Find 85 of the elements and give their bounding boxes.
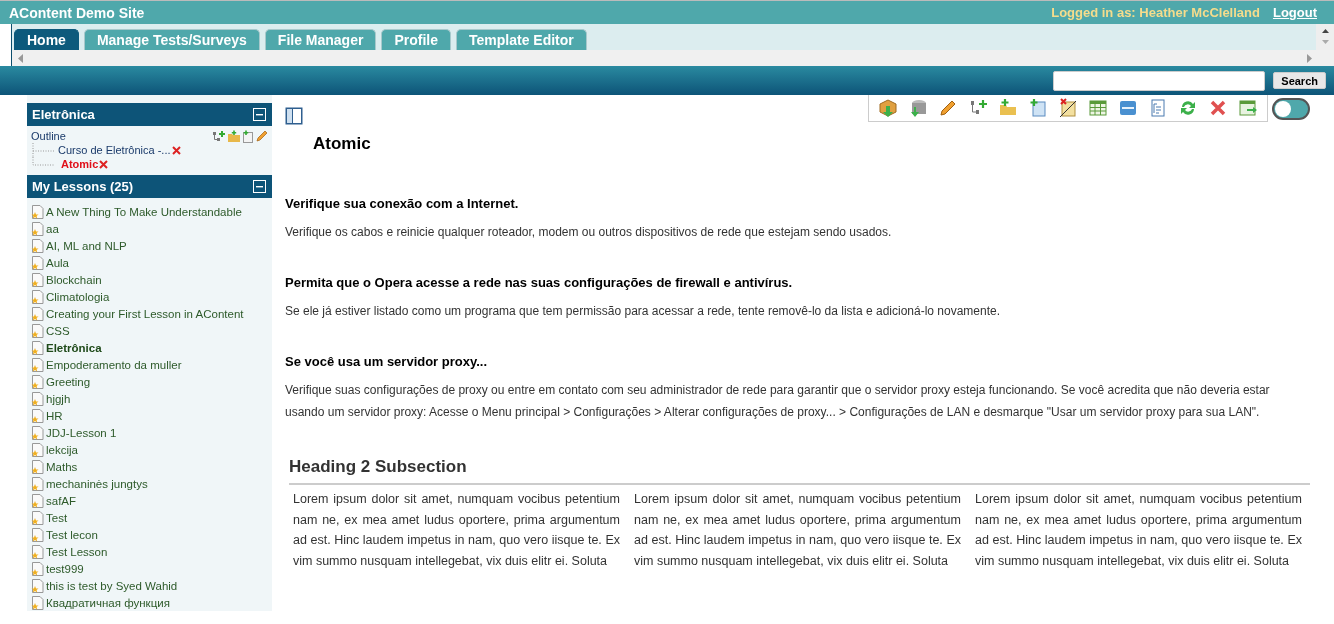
vertical-scrollbar[interactable] (1316, 24, 1334, 50)
lesson-link[interactable]: Test Lesson (46, 545, 108, 558)
lesson-link[interactable]: test999 (46, 562, 84, 575)
lesson-link[interactable]: mechaninės jungtys (46, 477, 148, 490)
logged-in-label: Logged in as: Heather McClelland (1051, 5, 1260, 20)
subsection-heading: Heading 2 Subsection (289, 457, 1310, 485)
lesson-link[interactable]: JDJ-Lesson 1 (46, 426, 117, 439)
collapse-icon[interactable] (253, 108, 266, 121)
paragraph: Lorem ipsum dolor sit amet, numquam vocibus petentium nam ne, ex mea amet ludus oportere, prima argumentum ad est. Hinc laudem impetus in nam, quo vero iisque te. Ex vim summo nusquam intellegebat, vix duis elitr ei. Soluta (975, 491, 1302, 570)
tab[interactable]: Home (14, 29, 79, 50)
delete-icon[interactable] (99, 159, 109, 169)
lesson-icon (31, 493, 44, 508)
paragraph: Lorem ipsum dolor sit amet, numquam vocibus petentium nam ne, ex mea amet ludus oportere, prima argumentum ad est. Hinc laudem impetus in nam, quo vero iisque te. Ex vim summo nusquam intellegebat, vix duis elitr ei. Soluta (634, 491, 961, 570)
scroll-left-icon[interactable] (18, 53, 24, 63)
lesson-icon (31, 561, 44, 576)
lesson-icon (31, 255, 44, 270)
toggle-switch[interactable] (1272, 98, 1310, 120)
lesson-link[interactable]: aa (46, 222, 59, 235)
horizontal-scrollbar[interactable] (11, 50, 1334, 66)
search-button[interactable]: Search (1273, 72, 1326, 89)
lesson-link[interactable]: Test (46, 511, 68, 524)
lesson-link[interactable]: Creating your First Lesson in AContent (46, 307, 244, 320)
lesson-link[interactable]: A New Thing To Make Understandable (46, 205, 242, 218)
lesson-icon (31, 408, 44, 423)
lesson-link[interactable]: this is test by Syed Wahid (46, 579, 178, 592)
lesson-icon (31, 357, 44, 372)
add-node-icon[interactable] (212, 130, 226, 143)
lesson-link[interactable]: Квадратичная функция (46, 596, 170, 609)
lesson-link[interactable]: Blockchain (46, 273, 102, 286)
lesson-icon (31, 476, 44, 491)
collapse-icon[interactable] (253, 180, 266, 193)
lesson-icon (31, 272, 44, 287)
lesson-icon (31, 459, 44, 474)
scroll-right-icon[interactable] (1306, 53, 1312, 63)
scroll-down-icon[interactable] (1320, 39, 1330, 45)
lesson-link[interactable]: hjgjh (46, 392, 71, 405)
scroll-up-icon[interactable] (1320, 28, 1330, 34)
lesson-icon (31, 442, 44, 457)
lesson-link[interactable]: Test lecon (46, 528, 98, 541)
lesson-link[interactable]: Climatologia (46, 290, 110, 303)
layout-icon[interactable] (285, 107, 303, 125)
search-field[interactable] (1053, 70, 1266, 91)
paragraph: Verifique suas configurações de proxy ou entre em contato com seu administrador de rede para garantir que o servidor proxy esteja funcionando. Se você acredita que não deveria estar usando um servidor proxy: Acesse o Menu principal > Configurações > Alterar configurações de proxy... > Configurações de LAN e desmarque "Usar um servidor proxy para sua LAN". (285, 382, 1271, 421)
lesson-link[interactable]: Greeting (46, 375, 91, 388)
outline-label: Outline (31, 130, 66, 143)
pencil-icon[interactable] (255, 130, 268, 143)
lesson-icon (31, 340, 44, 355)
paragraph: Lorem ipsum dolor sit amet, numquam vocibus petentium nam ne, ex mea amet ludus oportere, prima argumentum ad est. Hinc laudem impetus in nam, quo vero iisque te. Ex vim summo nusquam intellegebat, vix duis elitr ei. Soluta (293, 491, 620, 570)
lesson-icon (31, 578, 44, 593)
lesson-link[interactable]: Eletrônica (46, 341, 102, 354)
lesson-icon (31, 306, 44, 321)
page-title: Atomic (313, 134, 372, 154)
lesson-icon (31, 544, 44, 559)
lesson-link[interactable]: AI, ML and NLP (46, 239, 127, 252)
tree-connector (31, 143, 57, 157)
lesson-link[interactable]: HR (46, 409, 63, 422)
panel-title: My Lessons (25) (32, 179, 134, 194)
lesson-link[interactable]: Aula (46, 256, 70, 269)
lesson-link[interactable]: safAF (46, 494, 77, 507)
lesson-icon (31, 238, 44, 253)
lesson-icon (31, 527, 44, 542)
lesson-icon (31, 204, 44, 219)
lesson-icon (31, 510, 44, 525)
lesson-icon (31, 374, 44, 389)
paragraph: Verifique os cabos e reinicie qualquer roteador, modem ou outros dispositivos de rede que estejam sendo usados. (285, 224, 893, 241)
lesson-icon (31, 289, 44, 304)
lesson-link[interactable]: lekcija (46, 443, 78, 456)
outline-item[interactable]: Curso de Eletrônica -... (58, 144, 171, 156)
section-heading: Se você usa um servidor proxy... (285, 354, 489, 369)
page-add-icon[interactable] (242, 130, 254, 143)
paragraph: Se ele já estiver listado como um programa que tem permissão para acessar a rede, tente removê-lo da lista e adicioná-lo novamente. (285, 303, 1002, 320)
lesson-link[interactable]: Empoderamento da muller (46, 358, 182, 371)
site-title: AContent Demo Site (9, 4, 145, 21)
section-heading: Verifique sua conexão com a Internet. (285, 196, 520, 211)
lesson-icon (31, 221, 44, 236)
outline-item[interactable]: Atomic (61, 158, 99, 170)
lesson-icon (31, 323, 44, 338)
panel-title: Eletrônica (32, 107, 95, 122)
lesson-link[interactable]: CSS (46, 324, 70, 337)
lesson-link[interactable]: Maths (46, 460, 78, 473)
section-heading: Permita que o Opera acesse a rede nas suas configurações de firewall e antivírus. (285, 275, 794, 290)
lesson-icon (31, 425, 44, 440)
lesson-icon (31, 391, 44, 406)
folder-add-icon[interactable] (227, 130, 241, 143)
delete-icon[interactable] (171, 145, 181, 155)
